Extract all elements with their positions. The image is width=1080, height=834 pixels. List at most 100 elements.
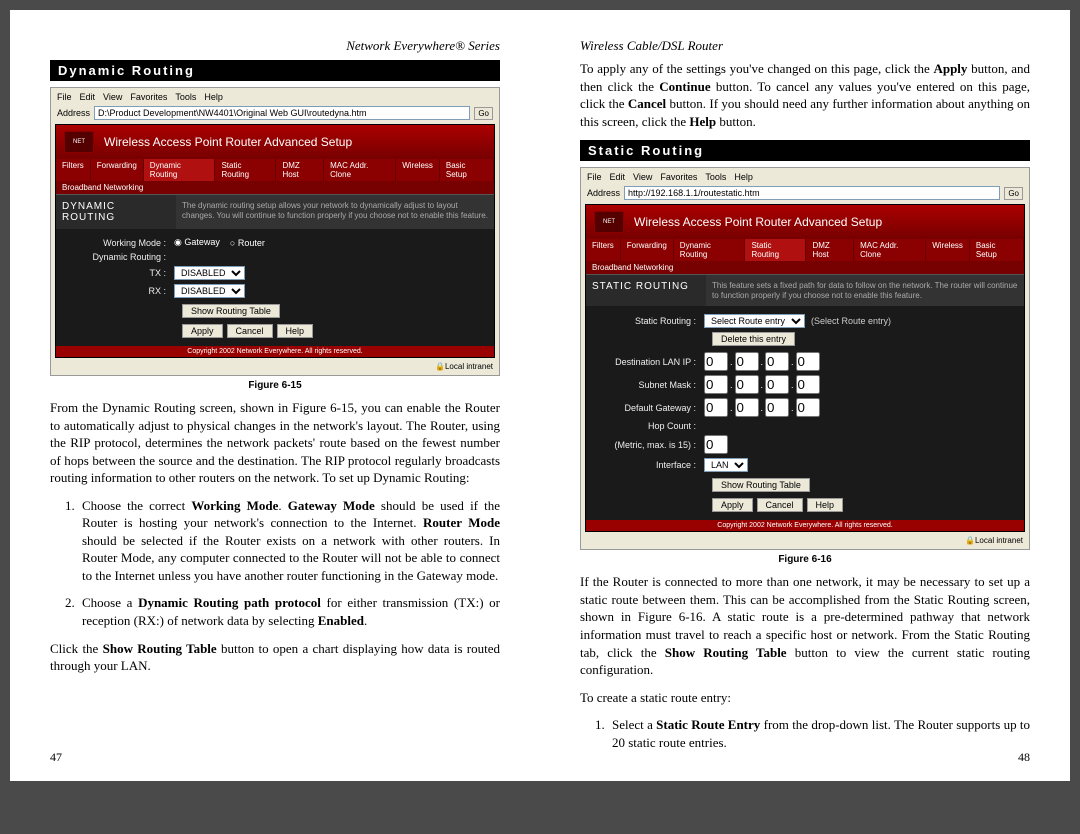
tab-static-routing[interactable]: Static Routing xyxy=(745,239,806,261)
static-routing-label: Static Routing : xyxy=(594,316,704,326)
rx-label: RX : xyxy=(64,286,174,296)
apply-button[interactable]: Apply xyxy=(712,498,753,512)
panel-header-row: DYNAMIC ROUTING The dynamic routing setu… xyxy=(56,194,494,229)
paragraph: To create a static route entry: xyxy=(580,689,1030,707)
browser-addressbar: Address http://192.168.1.1/routestatic.h… xyxy=(583,184,1027,202)
go-button[interactable]: Go xyxy=(474,107,493,120)
paragraph: Click the Show Routing Table button to o… xyxy=(50,640,500,675)
tab-wireless[interactable]: Wireless xyxy=(396,159,440,181)
tx-select[interactable]: DISABLED xyxy=(174,266,245,280)
ip-octet[interactable] xyxy=(765,398,789,417)
hop-count-input[interactable] xyxy=(704,435,728,454)
ip-octet[interactable] xyxy=(704,352,728,371)
tab-wireless[interactable]: Wireless xyxy=(926,239,970,261)
zone-icon: 🔒 xyxy=(435,362,445,371)
list-item: Select a Static Route Entry from the dro… xyxy=(608,716,1030,751)
help-button[interactable]: Help xyxy=(277,324,314,338)
router-tabs: Filters Forwarding Dynamic Routing Stati… xyxy=(586,239,1024,261)
ip-octet[interactable] xyxy=(735,352,759,371)
gateway-radio[interactable]: ◉ Gateway xyxy=(174,237,220,248)
ip-octet[interactable] xyxy=(765,352,789,371)
tx-label: TX : xyxy=(64,268,174,278)
router-ui: NET Wireless Access Point Router Advance… xyxy=(585,204,1025,532)
tab-filters[interactable]: Filters xyxy=(586,239,621,261)
address-label: Address xyxy=(57,108,90,118)
tab-basic-setup[interactable]: Basic Setup xyxy=(970,239,1024,261)
tab-dmz-host[interactable]: DMZ Host xyxy=(276,159,324,181)
tab-mac-clone[interactable]: MAC Addr. Clone xyxy=(854,239,926,261)
tab-dmz-host[interactable]: DMZ Host xyxy=(806,239,854,261)
cancel-button[interactable]: Cancel xyxy=(757,498,803,512)
dynamic-routing-form: Working Mode : ◉ Gateway ○ Router Dynami… xyxy=(56,229,494,346)
show-routing-table-button[interactable]: Show Routing Table xyxy=(712,478,810,492)
hop-count-hint: (Metric, max. is 15) : xyxy=(594,440,704,450)
tab-dynamic-routing[interactable]: Dynamic Routing xyxy=(674,239,746,261)
intro-paragraph: To apply any of the settings you've chan… xyxy=(580,60,1030,130)
address-field[interactable]: http://192.168.1.1/routestatic.htm xyxy=(624,186,1000,200)
static-routing-form: Static Routing : Select Route entry (Sel… xyxy=(586,306,1024,520)
ip-octet[interactable] xyxy=(704,398,728,417)
interface-select[interactable]: LAN xyxy=(704,458,748,472)
show-routing-table-button[interactable]: Show Routing Table xyxy=(182,304,280,318)
ip-octet[interactable] xyxy=(796,398,820,417)
running-header-left: Network Everywhere® Series xyxy=(50,38,500,54)
router-header: NET Wireless Access Point Router Advance… xyxy=(586,205,1024,239)
ip-octet[interactable] xyxy=(735,375,759,394)
working-mode-label: Working Mode : xyxy=(64,238,174,248)
tab-filters[interactable]: Filters xyxy=(56,159,91,181)
panel-header-row: STATIC ROUTING This feature sets a fixed… xyxy=(586,274,1024,306)
document-spread: Network Everywhere® Series Dynamic Routi… xyxy=(10,10,1070,781)
tab-static-routing[interactable]: Static Routing xyxy=(215,159,276,181)
router-copyright: Copyright 2002 Network Everywhere. All r… xyxy=(56,346,494,357)
page-48: Wireless Cable/DSL Router To apply any o… xyxy=(540,10,1070,781)
cancel-button[interactable]: Cancel xyxy=(227,324,273,338)
browser-menubar: File Edit View Favorites Tools Help xyxy=(53,90,497,104)
apply-button[interactable]: Apply xyxy=(182,324,223,338)
tab-forwarding[interactable]: Forwarding xyxy=(621,239,674,261)
address-field[interactable]: D:\Product Development\NW4401\Original W… xyxy=(94,106,470,120)
delete-entry-button[interactable]: Delete this entry xyxy=(712,332,795,346)
broadband-banner: Broadband Networking xyxy=(56,181,494,194)
page-number: 48 xyxy=(1018,750,1030,765)
broadband-banner: Broadband Networking xyxy=(586,261,1024,274)
address-label: Address xyxy=(587,188,620,198)
tab-dynamic-routing[interactable]: Dynamic Routing xyxy=(144,159,216,181)
router-header: NET Wireless Access Point Router Advance… xyxy=(56,125,494,159)
browser-menubar: FileEditViewFavoritesToolsHelp xyxy=(583,170,1027,184)
help-button[interactable]: Help xyxy=(807,498,844,512)
destination-lan-ip-label: Destination LAN IP : xyxy=(594,357,704,367)
paragraph: If the Router is connected to more than … xyxy=(580,573,1030,678)
router-title: Wireless Access Point Router Advanced Se… xyxy=(104,135,352,149)
ip-octet[interactable] xyxy=(735,398,759,417)
ip-octet[interactable] xyxy=(796,375,820,394)
list-item: Choose a Dynamic Routing path protocol f… xyxy=(78,594,500,629)
figure-caption-6-15: Figure 6-15 xyxy=(50,380,500,391)
zone-icon: 🔒 xyxy=(965,536,975,545)
go-button[interactable]: Go xyxy=(1004,187,1023,200)
router-radio[interactable]: ○ Router xyxy=(230,238,265,248)
panel-name: STATIC ROUTING xyxy=(586,275,706,306)
route-entry-select[interactable]: Select Route entry xyxy=(704,314,805,328)
interface-label: Interface : xyxy=(594,460,704,470)
router-copyright: Copyright 2002 Network Everywhere. All r… xyxy=(586,520,1024,531)
ip-octet[interactable] xyxy=(704,375,728,394)
browser-statusbar: 🔒 Local intranet xyxy=(583,534,1027,547)
rx-select[interactable]: DISABLED xyxy=(174,284,245,298)
browser-statusbar: 🔒 Local intranet xyxy=(53,360,497,373)
tab-forwarding[interactable]: Forwarding xyxy=(91,159,144,181)
panel-description: This feature sets a fixed path for data … xyxy=(706,275,1024,306)
tab-basic-setup[interactable]: Basic Setup xyxy=(440,159,494,181)
ip-octet[interactable] xyxy=(765,375,789,394)
body-text-right: If the Router is connected to more than … xyxy=(580,573,1030,751)
ip-octet[interactable] xyxy=(796,352,820,371)
paragraph: From the Dynamic Routing screen, shown i… xyxy=(50,399,500,487)
page-number: 47 xyxy=(50,750,62,765)
network-everywhere-logo: NET xyxy=(594,211,624,233)
page-47: Network Everywhere® Series Dynamic Routi… xyxy=(10,10,540,781)
figure-caption-6-16: Figure 6-16 xyxy=(580,554,1030,565)
router-tabs: Filters Forwarding Dynamic Routing Stati… xyxy=(56,159,494,181)
figure-6-15: File Edit View Favorites Tools Help Addr… xyxy=(50,87,500,376)
figure-6-16: FileEditViewFavoritesToolsHelp Address h… xyxy=(580,167,1030,550)
tab-mac-clone[interactable]: MAC Addr. Clone xyxy=(324,159,396,181)
network-everywhere-logo: NET xyxy=(64,131,94,153)
